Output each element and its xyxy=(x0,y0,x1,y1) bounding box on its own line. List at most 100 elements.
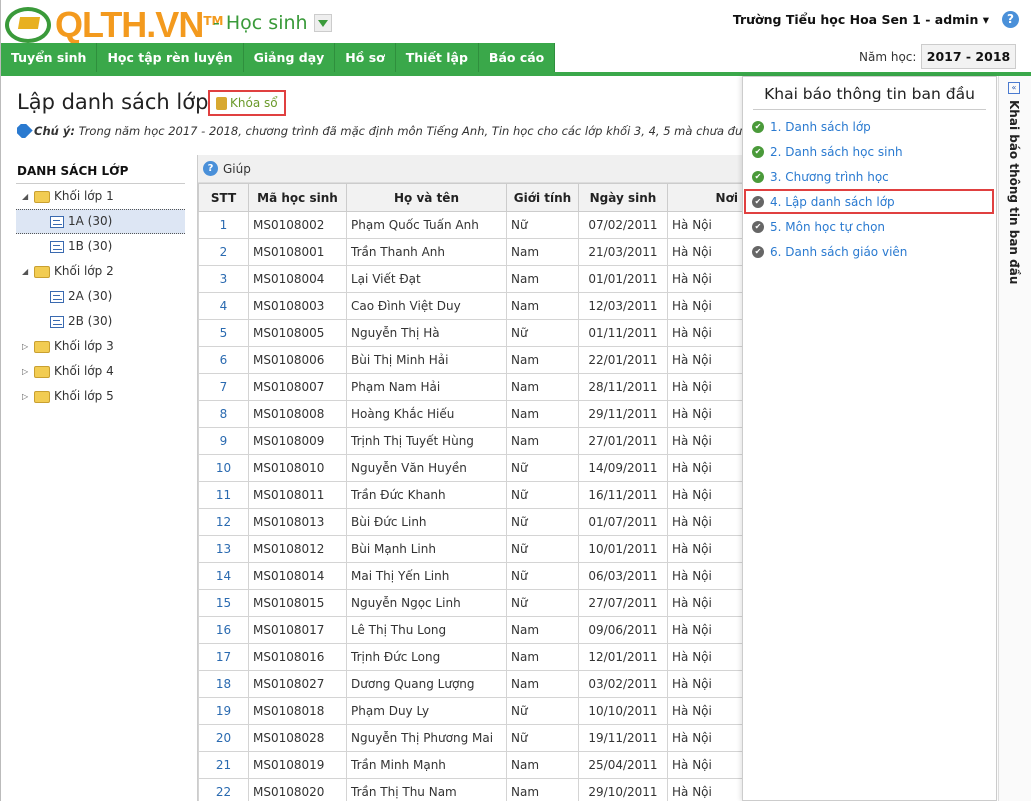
class-list-icon xyxy=(50,215,64,228)
table-row[interactable]: 19 MS0108018 Phạm Duy Ly Nữ 10/10/2011 Hà Nội xyxy=(198,697,742,725)
table-row[interactable]: 21 MS0108019 Trần Minh Mạnh Nam 25/04/2011 Hà… xyxy=(198,751,742,779)
help-button[interactable]: Giúp xyxy=(223,162,251,176)
cell-birth-place: Hà Nội xyxy=(667,616,742,644)
column-header[interactable]: Giới tính xyxy=(506,183,579,212)
cell-gender: Nữ xyxy=(506,211,579,239)
nav-item[interactable]: Thiết lập xyxy=(395,43,479,73)
table-row[interactable]: 17 MS0108016 Trịnh Đức Long Nam 12/01/2011 Hà… xyxy=(198,643,742,671)
setup-step[interactable]: ✔ 5. Môn học tự chọn xyxy=(743,214,996,239)
tree-node-grade[interactable]: ▷ Khối lớp 5 xyxy=(16,384,185,409)
cell-full-name: Dương Quang Lượng xyxy=(346,670,507,698)
column-header[interactable]: Họ và tên xyxy=(346,183,507,212)
expand-toggle-icon[interactable]: ▷ xyxy=(22,359,30,384)
table-row[interactable]: 8 MS0108008 Hoàng Khắc Hiếu Nam 29/11/2011 Hà… xyxy=(198,400,742,428)
help-icon[interactable]: ? xyxy=(1002,11,1019,28)
table-row[interactable]: 1 MS0108002 Phạm Quốc Tuấn Anh Nữ 07/02/2011… xyxy=(198,211,742,239)
column-header[interactable]: Nơi sinh xyxy=(667,183,742,212)
cell-full-name: Nguyễn Thị Phương Mai xyxy=(346,724,507,752)
class-tree: DANH SÁCH LỚP ◢ Khối lớp 1 1A (30) 1B (30) ◢… xyxy=(16,155,185,409)
cell-birth-place: Hà Nội xyxy=(667,238,742,266)
tree-node-class[interactable]: 2B (30) xyxy=(16,309,185,334)
setup-panel-collapsed-tab[interactable]: « Khai báo thông tin ban đầu xyxy=(998,76,1031,801)
cell-gender: Nữ xyxy=(506,562,579,590)
tree-node-grade[interactable]: ◢ Khối lớp 1 xyxy=(16,184,185,209)
cell-gender: Nam xyxy=(506,427,579,455)
cell-student-id: MS0108005 xyxy=(248,319,347,347)
nav-item[interactable]: Báo cáo xyxy=(478,43,556,73)
table-row[interactable]: 20 MS0108028 Nguyễn Thị Phương Mai Nữ 19/11/… xyxy=(198,724,742,752)
cell-full-name: Bùi Thị Minh Hải xyxy=(346,346,507,374)
table-row[interactable]: 11 MS0108011 Trần Đức Khanh Nữ 16/11/2011 Hà … xyxy=(198,481,742,509)
cell-birth-date: 07/02/2011 xyxy=(578,211,668,239)
cell-student-id: MS0108007 xyxy=(248,373,347,401)
table-row[interactable]: 5 MS0108005 Nguyễn Thị Hà Nữ 01/11/2011 Hà Nộ… xyxy=(198,319,742,347)
table-row[interactable]: 9 MS0108009 Trịnh Thị Tuyết Hùng Nam 27/01/2… xyxy=(198,427,742,455)
column-header[interactable]: Mã học sinh xyxy=(248,183,347,212)
table-row[interactable]: 6 MS0108006 Bùi Thị Minh Hải Nam 22/01/2011 H… xyxy=(198,346,742,374)
table-row[interactable]: 16 MS0108017 Lê Thị Thu Long Nam 09/06/2011 H… xyxy=(198,616,742,644)
cell-full-name: Nguyễn Ngọc Linh xyxy=(346,589,507,617)
tree-node-class[interactable]: 1B (30) xyxy=(16,234,185,259)
cell-full-name: Nguyễn Văn Huyền xyxy=(346,454,507,482)
table-row[interactable]: 22 MS0108020 Trần Thị Thu Nam Nam 29/10/2011… xyxy=(198,778,742,801)
setup-step[interactable]: ✔ 3. Chương trình học xyxy=(743,164,996,189)
help-icon[interactable]: ? xyxy=(203,161,218,176)
module-selector[interactable]: - Học sinh xyxy=(213,12,332,34)
nav-item[interactable]: Giảng dạy xyxy=(243,43,336,73)
tree-node-class[interactable]: 1A (30) xyxy=(16,209,185,234)
table-row[interactable]: 4 MS0108003 Cao Đình Việt Duy Nam 12/03/2011… xyxy=(198,292,742,320)
setup-step[interactable]: ✔ 6. Danh sách giáo viên xyxy=(743,239,996,264)
cell-birth-place: Hà Nội xyxy=(667,643,742,671)
school-year-select[interactable]: 2017 - 2018 ⌄ xyxy=(921,44,1016,87)
dropdown-arrow-icon[interactable] xyxy=(313,14,332,32)
tree-node-grade[interactable]: ◢ Khối lớp 2 xyxy=(16,259,185,284)
cell-birth-place: Hà Nội xyxy=(667,211,742,239)
setup-step[interactable]: ✔ 1. Danh sách lớp xyxy=(743,114,996,139)
column-header[interactable]: Ngày sinh xyxy=(578,183,668,212)
setup-step[interactable]: ✔ 4. Lập danh sách lớp xyxy=(744,189,994,214)
table-row[interactable]: 12 MS0108013 Bùi Đức Linh Nữ 01/07/2011 Hà Nộ… xyxy=(198,508,742,536)
table-row[interactable]: 15 MS0108015 Nguyễn Ngọc Linh Nữ 27/07/2011 H… xyxy=(198,589,742,617)
cell-birth-place: Hà Nội xyxy=(667,724,742,752)
nav-item[interactable]: Học tập rèn luyện xyxy=(97,43,244,73)
tree-node-class[interactable]: 2A (30) xyxy=(16,284,185,309)
table-row[interactable]: 14 MS0108014 Mai Thị Yến Linh Nữ 06/03/2011 H… xyxy=(198,562,742,590)
user-menu[interactable]: Trường Tiểu học Hoa Sen 1 - admin ▾ xyxy=(733,12,989,27)
setup-panel-title: Khai báo thông tin ban đầu xyxy=(753,85,986,110)
cell-birth-place: Hà Nội xyxy=(667,373,742,401)
cell-full-name: Lại Viết Đạt xyxy=(346,265,507,293)
notice-label: Chú ý: xyxy=(34,124,75,138)
table-row[interactable]: 13 MS0108012 Bùi Mạnh Linh Nữ 10/01/2011 Hà N… xyxy=(198,535,742,563)
cell-student-id: MS0108016 xyxy=(248,643,347,671)
cell-stt: 8 xyxy=(198,400,249,428)
cell-birth-date: 25/04/2011 xyxy=(578,751,668,779)
cell-student-id: MS0108015 xyxy=(248,589,347,617)
cell-full-name: Cao Đình Việt Duy xyxy=(346,292,507,320)
expand-toggle-icon[interactable]: ◢ xyxy=(22,259,30,284)
cell-gender: Nam xyxy=(506,400,579,428)
nav-item[interactable]: Hồ sơ xyxy=(335,43,396,73)
expand-toggle-icon[interactable]: ◢ xyxy=(22,184,30,209)
cell-full-name: Trần Thanh Anh xyxy=(346,238,507,266)
setup-step[interactable]: ✔ 2. Danh sách học sinh xyxy=(743,139,996,164)
expand-toggle-icon[interactable]: ▷ xyxy=(22,384,30,409)
table-row[interactable]: 7 MS0108007 Phạm Nam Hải Nam 28/11/2011 Hà Nộ… xyxy=(198,373,742,401)
tree-node-grade[interactable]: ▷ Khối lớp 4 xyxy=(16,359,185,384)
collapse-icon[interactable]: « xyxy=(1008,82,1020,94)
student-table: STT Mã học sinh Họ và tên Giới tính Ngày sin… xyxy=(198,183,742,801)
cell-student-id: MS0108001 xyxy=(248,238,347,266)
setup-step-label: 3. Chương trình học xyxy=(770,169,889,184)
table-row[interactable]: 3 MS0108004 Lại Viết Đạt Nam 01/01/2011 Hà Nộ… xyxy=(198,265,742,293)
tree-node-grade[interactable]: ▷ Khối lớp 3 xyxy=(16,334,185,359)
cell-student-id: MS0108017 xyxy=(248,616,347,644)
logo[interactable]: QLTH.VN TM xyxy=(5,4,223,46)
table-row[interactable]: 10 MS0108010 Nguyễn Văn Huyền Nữ 14/09/2011 H… xyxy=(198,454,742,482)
column-header[interactable]: STT xyxy=(198,183,249,212)
expand-toggle-icon[interactable]: ▷ xyxy=(22,334,30,359)
module-label: - Học sinh xyxy=(213,12,308,34)
cell-student-id: MS0108004 xyxy=(248,265,347,293)
nav-item[interactable]: Tuyển sinh xyxy=(1,43,98,73)
table-row[interactable]: 18 MS0108027 Dương Quang Lượng Nam 03/02/201… xyxy=(198,670,742,698)
lock-book-button[interactable]: Khóa sổ xyxy=(208,90,286,116)
table-row[interactable]: 2 MS0108001 Trần Thanh Anh Nam 21/03/2011 Hà … xyxy=(198,238,742,266)
